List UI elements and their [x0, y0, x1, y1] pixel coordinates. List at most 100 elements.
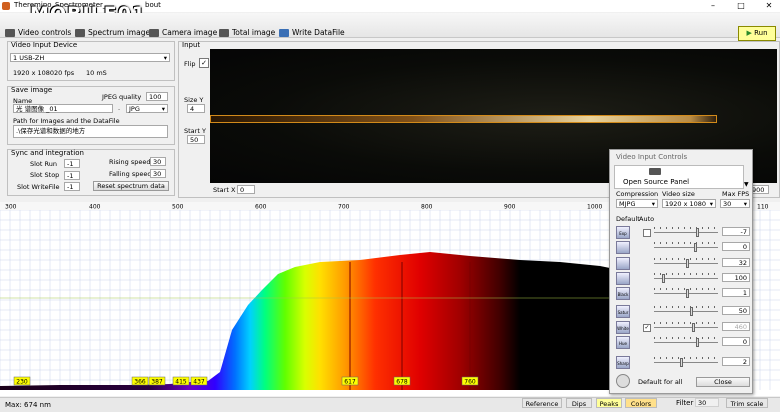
- control-value[interactable]: 2: [722, 357, 750, 366]
- control-slider-track[interactable]: [654, 342, 718, 343]
- control-slider-track[interactable]: [654, 311, 718, 312]
- control-icon[interactable]: Sharp: [616, 356, 630, 369]
- control-slider-thumb[interactable]: [686, 259, 689, 268]
- image-name-field[interactable]: 光 谱图像 _01: [13, 104, 113, 113]
- control-value[interactable]: 0: [722, 242, 750, 251]
- slider-ticks: [654, 306, 718, 308]
- filter-label: Filter: [676, 399, 694, 407]
- video-size-label: Video size: [662, 190, 695, 198]
- camera-icon: [649, 168, 661, 175]
- control-slider-track[interactable]: [654, 232, 718, 233]
- compression-select[interactable]: MJPG ▾: [616, 199, 658, 208]
- open-source-panel-button[interactable]: Open Source Panel: [614, 165, 744, 189]
- control-icon[interactable]: Satur: [616, 305, 630, 318]
- run-button[interactable]: ▶ Run: [738, 26, 776, 41]
- total-image-button[interactable]: Total image: [219, 27, 275, 38]
- spectrum-strip: [210, 115, 717, 123]
- control-slider-thumb[interactable]: [696, 228, 699, 237]
- start-x-field[interactable]: 0: [237, 185, 255, 194]
- peak-marker-label: 678: [396, 379, 408, 386]
- control-icon[interactable]: White: [616, 321, 630, 334]
- rising-speed-field[interactable]: 30: [150, 157, 166, 166]
- size-y-field[interactable]: 4: [187, 104, 205, 113]
- control-slider-thumb[interactable]: [690, 307, 693, 316]
- format-select[interactable]: JPG ▾: [126, 104, 168, 113]
- video-controls-button[interactable]: Video controls: [5, 27, 71, 38]
- chevron-down-icon[interactable]: ▼: [744, 181, 749, 188]
- video-input-group: Video Input Device 1 USB-ZH ▾ 1920 x 1080…: [7, 41, 175, 81]
- control-slider-thumb[interactable]: [696, 338, 699, 347]
- camera-icon: [149, 28, 159, 37]
- chevron-down-icon: ▾: [651, 200, 655, 208]
- jpeg-quality-field[interactable]: 100: [146, 92, 168, 101]
- device-select[interactable]: 1 USB-ZH ▾: [10, 53, 170, 62]
- minimize-button[interactable]: –: [702, 0, 724, 12]
- control-slider-thumb[interactable]: [694, 243, 697, 252]
- control-icon[interactable]: [616, 272, 630, 285]
- peak-marker-label: 366: [134, 379, 146, 386]
- app-icon: [2, 2, 10, 10]
- default-all-label: Default for all: [638, 378, 683, 386]
- slot-writefile-field[interactable]: -1: [64, 182, 80, 191]
- trim-scale-button[interactable]: Trim scale: [726, 398, 768, 408]
- slot-run-field[interactable]: -1: [64, 159, 80, 168]
- reset-spectrum-button[interactable]: Reset spectrum data: [93, 181, 169, 191]
- control-slider-track[interactable]: [654, 362, 718, 363]
- control-value[interactable]: 1: [722, 288, 750, 297]
- spectrum-image-button[interactable]: Spectrum image: [75, 27, 150, 38]
- auto-label: Auto: [639, 215, 655, 223]
- peak-marker-label: 387: [151, 379, 163, 386]
- x-tick-label: 600: [255, 204, 267, 211]
- auto-checkbox[interactable]: ✓: [643, 324, 651, 332]
- default-all-icon[interactable]: [616, 374, 630, 388]
- flip-checkbox[interactable]: ✓: [199, 58, 209, 68]
- peaks-button[interactable]: Peaks: [596, 398, 622, 408]
- slot-run-label: Slot Run: [30, 160, 57, 168]
- colors-button[interactable]: Colors: [625, 398, 657, 408]
- close-window-button[interactable]: ✕: [758, 0, 780, 12]
- start-y-field[interactable]: 50: [187, 135, 205, 144]
- maximize-button[interactable]: □: [730, 0, 752, 12]
- control-icon[interactable]: Black light: [616, 287, 630, 310]
- x-tick-label: 110: [757, 204, 769, 211]
- video-size-select[interactable]: 1920 x 1080 ▾: [662, 199, 716, 208]
- slider-ticks: [654, 242, 718, 244]
- falling-speed-field[interactable]: 30: [150, 169, 166, 178]
- close-panel-button[interactable]: Close: [696, 377, 750, 387]
- control-slider-track[interactable]: [654, 247, 718, 248]
- control-icon[interactable]: [616, 241, 630, 254]
- resolution-label: 1920 x 1080: [13, 69, 55, 77]
- slot-stop-field[interactable]: -1: [64, 171, 80, 180]
- slot-stop-label: Slot Stop: [30, 171, 60, 179]
- control-value[interactable]: -7: [722, 227, 750, 236]
- control-slider-thumb[interactable]: [680, 358, 683, 367]
- sync-group: Sync and integration Slot Run -1 Slot St…: [7, 149, 175, 196]
- control-value[interactable]: 460: [722, 322, 750, 331]
- slider-ticks: [654, 227, 718, 229]
- auto-checkbox[interactable]: [643, 229, 651, 237]
- control-slider-thumb[interactable]: [686, 289, 689, 298]
- filter-field[interactable]: 30: [695, 398, 719, 407]
- reference-button[interactable]: Reference: [522, 398, 562, 408]
- control-slider-track[interactable]: [654, 327, 718, 328]
- input-header: Input: [182, 41, 201, 49]
- chevron-down-icon: ▾: [161, 105, 165, 113]
- control-value[interactable]: 50: [722, 306, 750, 315]
- dips-button[interactable]: Dips: [566, 398, 592, 408]
- default-label: Default: [616, 215, 640, 223]
- control-slider-thumb[interactable]: [692, 323, 695, 332]
- control-slider-thumb[interactable]: [662, 274, 665, 283]
- control-value[interactable]: 32: [722, 258, 750, 267]
- control-icon[interactable]: Hue: [616, 336, 630, 349]
- max-fps-select[interactable]: 30 ▾: [720, 199, 750, 208]
- flip-label: Flip: [184, 60, 196, 68]
- write-datafile-button[interactable]: Write DataFile: [279, 27, 345, 38]
- control-icon[interactable]: [616, 257, 630, 270]
- peak-marker-label: 437: [193, 379, 205, 386]
- path-field[interactable]: .\保存光谱和数据的地方: [13, 125, 168, 138]
- control-value[interactable]: 0: [722, 337, 750, 346]
- peak-marker-label: 230: [16, 379, 28, 386]
- control-icon[interactable]: Exp: [616, 226, 630, 239]
- control-value[interactable]: 100: [722, 273, 750, 282]
- camera-image-button[interactable]: Camera image: [149, 27, 217, 38]
